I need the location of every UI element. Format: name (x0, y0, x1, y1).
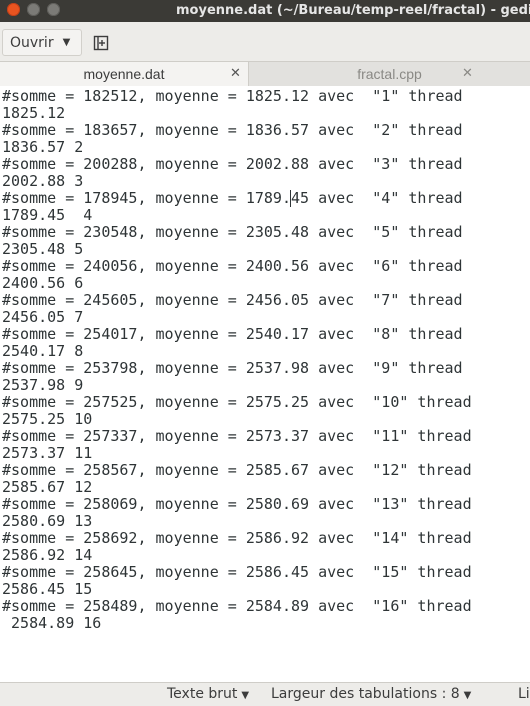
tab-strip: moyenne.dat ✕ fractal.cpp ✕ (0, 62, 530, 86)
text-line[interactable]: #somme = 257525, moyenne = 2575.25 avec … (2, 394, 530, 411)
text-line[interactable]: 2305.48 5 (2, 241, 530, 258)
text-line[interactable]: 2573.37 11 (2, 445, 530, 462)
new-document-button[interactable] (88, 29, 116, 56)
text-line[interactable]: 2400.56 6 (2, 275, 530, 292)
caret-down-icon: ▼ (62, 37, 71, 48)
text-cursor (290, 190, 291, 207)
window-title: moyenne.dat (~/Bureau/temp-reel/fractal)… (176, 3, 530, 18)
window-titlebar: moyenne.dat (~/Bureau/temp-reel/fractal)… (0, 0, 530, 22)
text-line[interactable]: #somme = 258692, moyenne = 2586.92 avec … (2, 530, 530, 547)
close-icon[interactable]: ✕ (462, 65, 473, 81)
new-document-icon (93, 35, 109, 50)
text-line[interactable]: #somme = 254017, moyenne = 2540.17 avec … (2, 326, 530, 343)
text-line[interactable]: 2575.25 10 (2, 411, 530, 428)
text-line[interactable]: #somme = 257337, moyenne = 2573.37 avec … (2, 428, 530, 445)
text-line[interactable]: 2586.45 15 (2, 581, 530, 598)
text-line[interactable]: #somme = 258645, moyenne = 2586.45 avec … (2, 564, 530, 581)
header-bar: Ouvrir ▼ (0, 22, 530, 62)
open-button-label: Ouvrir (10, 34, 54, 51)
text-line[interactable]: #somme = 230548, moyenne = 2305.48 avec … (2, 224, 530, 241)
text-line[interactable]: #somme = 258489, moyenne = 2584.89 avec … (2, 598, 530, 615)
text-line[interactable]: #somme = 258069, moyenne = 2580.69 avec … (2, 496, 530, 513)
window-minimize-button[interactable] (27, 3, 40, 16)
status-bar: Texte brut ▼ Largeur des tabulations : 8 ▼… (0, 682, 530, 706)
caret-down-icon: ▼ (241, 690, 250, 701)
text-line[interactable]: #somme = 258567, moyenne = 2585.67 avec … (2, 462, 530, 479)
tab-width-label: Largeur des tabulations : 8 (271, 686, 460, 702)
window-close-button[interactable] (7, 3, 20, 16)
text-line[interactable]: #somme = 178945, moyenne = 1789.45 avec … (2, 190, 530, 207)
text-line[interactable]: 2537.98 9 (2, 377, 530, 394)
text-editor[interactable]: #somme = 182512, moyenne = 1825.12 avec … (0, 87, 530, 682)
close-icon[interactable]: ✕ (230, 65, 241, 81)
text-line[interactable]: 2540.17 8 (2, 343, 530, 360)
language-selector[interactable]: Texte brut ▼ (167, 686, 249, 702)
tab-label: moyenne.dat (83, 66, 165, 82)
text-line[interactable]: 2580.69 13 (2, 513, 530, 530)
text-line[interactable]: #somme = 253798, moyenne = 2537.98 avec … (2, 360, 530, 377)
text-line[interactable]: #somme = 245605, moyenne = 2456.05 avec … (2, 292, 530, 309)
text-line[interactable]: 1836.57 2 (2, 139, 530, 156)
text-line[interactable]: #somme = 240056, moyenne = 2400.56 avec … (2, 258, 530, 275)
text-line[interactable]: #somme = 182512, moyenne = 1825.12 avec … (2, 88, 530, 105)
language-label: Texte brut (167, 686, 238, 702)
tab-width-selector[interactable]: Largeur des tabulations : 8 ▼ (271, 686, 471, 702)
text-line[interactable]: #somme = 200288, moyenne = 2002.88 avec … (2, 156, 530, 173)
tab-label: fractal.cpp (357, 66, 422, 82)
window-maximize-button[interactable] (47, 3, 60, 16)
text-line[interactable]: 2586.92 14 (2, 547, 530, 564)
text-line[interactable]: 2456.05 7 (2, 309, 530, 326)
tab-fractal-cpp[interactable]: fractal.cpp ✕ (249, 62, 530, 86)
cursor-position[interactable]: Li (518, 686, 530, 702)
text-line[interactable]: #somme = 183657, moyenne = 1836.57 avec … (2, 122, 530, 139)
open-button[interactable]: Ouvrir ▼ (2, 29, 82, 56)
text-line[interactable]: 2585.67 12 (2, 479, 530, 496)
text-line[interactable]: 1789.45 4 (2, 207, 530, 224)
text-line[interactable]: 2584.89 16 (2, 615, 530, 632)
cursor-position-label: Li (518, 686, 530, 702)
tab-moyenne-dat[interactable]: moyenne.dat ✕ (0, 62, 249, 86)
caret-down-icon: ▼ (463, 690, 472, 701)
text-line[interactable]: 2002.88 3 (2, 173, 530, 190)
text-line[interactable]: 1825.12 (2, 105, 530, 122)
